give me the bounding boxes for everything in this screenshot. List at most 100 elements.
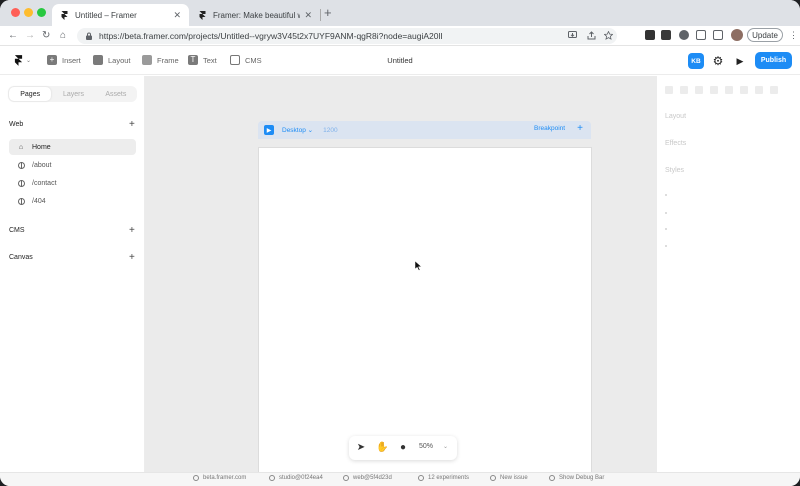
footer-item-new-issue[interactable]: New issue <box>490 475 528 481</box>
footer-label: beta.framer.com <box>203 475 247 481</box>
gear-icon[interactable]: ⚙ <box>711 54 725 68</box>
page-item-home[interactable]: ⌂ Home <box>9 139 136 155</box>
align-left-icon[interactable] <box>665 86 673 94</box>
comment-icon[interactable]: ● <box>397 442 409 454</box>
user-avatar[interactable]: KB <box>688 53 704 69</box>
layout-label: Layout <box>108 55 131 65</box>
page-label: /about <box>32 161 52 169</box>
extension-icon[interactable] <box>645 30 655 40</box>
panel-tabs: Pages Layers Assets <box>8 86 137 102</box>
divider <box>665 212 667 214</box>
plus-icon <box>490 475 496 481</box>
breakpoint-label[interactable]: Breakpoint <box>534 125 565 132</box>
add-page-button[interactable]: + <box>129 120 135 130</box>
cms-label: CMS <box>245 55 262 65</box>
tab-strip: Untitled – Framer ✕ Framer: Make beautif… <box>0 0 800 26</box>
page-item-contact[interactable]: /contact <box>9 175 136 191</box>
close-tab-icon[interactable]: ✕ <box>304 10 312 21</box>
breakpoint-width: 1200 <box>323 126 338 134</box>
home-icon[interactable]: ⌂ <box>60 29 66 43</box>
profile-avatar[interactable] <box>731 29 743 41</box>
framer-menu-button[interactable]: ⌄ <box>10 51 32 69</box>
zoom-level[interactable]: 50% <box>419 443 433 450</box>
window-maximize-button[interactable] <box>37 8 46 17</box>
extensions-puzzle-icon[interactable] <box>679 30 689 40</box>
distribute-v-icon[interactable] <box>770 86 778 94</box>
footer-item-experiments[interactable]: 12 experiments <box>418 475 469 481</box>
play-preview-icon[interactable]: ▶ <box>734 55 746 67</box>
more-menu-icon[interactable]: ⋮ <box>789 30 798 40</box>
footer-label: studio@0f24ea4 <box>279 475 323 481</box>
insert-button[interactable]: + Insert <box>47 55 81 65</box>
add-canvas-button[interactable]: + <box>129 253 135 263</box>
design-canvas[interactable]: ▶ Desktop ⌄ 1200 Breakpoint + ➤ ✋ ● 50% … <box>145 76 657 478</box>
effects-section-title: Effects <box>665 140 687 147</box>
styles-section-title: Styles <box>665 167 685 174</box>
tab-search-icon[interactable] <box>696 30 706 40</box>
share-icon[interactable] <box>587 31 596 40</box>
align-top-icon[interactable] <box>710 86 718 94</box>
footer-item-debug[interactable]: Show Debug Bar <box>549 475 604 481</box>
publish-button[interactable]: Publish <box>755 52 792 69</box>
back-icon[interactable]: ← <box>8 29 18 43</box>
cms-button[interactable]: CMS <box>230 55 262 65</box>
text-label: Text <box>203 55 217 65</box>
tab-pages[interactable]: Pages <box>9 87 52 101</box>
tab-assets[interactable]: Assets <box>95 86 137 102</box>
browser-tab-active[interactable]: Untitled – Framer ✕ <box>52 4 189 26</box>
play-icon[interactable]: ▶ <box>264 125 274 135</box>
document-title[interactable]: Untitled <box>360 56 440 65</box>
url-text: https://beta.framer.com/projects/Untitle… <box>99 31 443 41</box>
branch-icon <box>269 475 275 481</box>
lock-icon <box>86 32 92 40</box>
align-bottom-icon[interactable] <box>740 86 748 94</box>
window-minimize-button[interactable] <box>24 8 33 17</box>
install-app-icon[interactable] <box>568 31 577 40</box>
browser-toolbar: ← → ↻ ⌂ https://beta.framer.com/projects… <box>0 26 800 46</box>
forward-icon[interactable]: → <box>25 29 35 43</box>
breakpoint-selector[interactable]: Desktop ⌄ <box>282 126 313 134</box>
new-tab-button[interactable]: + <box>324 6 332 20</box>
select-cursor-icon[interactable]: ➤ <box>355 442 367 454</box>
divider <box>665 228 667 230</box>
side-panel-icon[interactable] <box>713 30 723 40</box>
add-collection-button[interactable]: + <box>129 226 135 236</box>
distribute-h-icon[interactable] <box>755 86 763 94</box>
update-button[interactable]: Update <box>747 28 783 42</box>
browser-tab-inactive[interactable]: Framer: Make beautiful websit ✕ <box>190 4 320 26</box>
add-breakpoint-icon[interactable]: + <box>574 123 586 135</box>
divider <box>665 245 667 247</box>
tab-separator <box>320 9 321 21</box>
align-middle-icon[interactable] <box>725 86 733 94</box>
bookmark-star-icon[interactable] <box>604 31 613 40</box>
layout-button[interactable]: Layout <box>93 55 131 65</box>
framer-logo-icon <box>198 10 207 20</box>
footer-item-web[interactable]: web@5f4d23d <box>343 475 392 481</box>
footer-item-studio[interactable]: studio@0f24ea4 <box>269 475 323 481</box>
page-item-404[interactable]: /404 <box>9 193 136 209</box>
extension-icon[interactable] <box>661 30 671 40</box>
breakpoint-header: ▶ Desktop ⌄ 1200 Breakpoint + <box>258 121 591 139</box>
frame-label: Frame <box>157 55 179 65</box>
browser-window: Untitled – Framer ✕ Framer: Make beautif… <box>0 0 800 486</box>
footer-item-domain[interactable]: beta.framer.com <box>193 475 246 481</box>
reload-icon[interactable]: ↻ <box>42 29 50 43</box>
tab-layers[interactable]: Layers <box>52 86 94 102</box>
page-item-about[interactable]: /about <box>9 157 136 173</box>
pulse-icon <box>549 475 555 481</box>
align-right-icon[interactable] <box>695 86 703 94</box>
desktop-frame[interactable] <box>259 148 591 478</box>
align-center-icon[interactable] <box>680 86 688 94</box>
left-panel: Pages Layers Assets Web + ⌂ Home /about … <box>0 76 145 472</box>
text-button[interactable]: T Text <box>188 55 217 65</box>
globe-icon <box>17 197 25 205</box>
insert-label: Insert <box>62 55 81 65</box>
window-close-button[interactable] <box>11 8 20 17</box>
frame-icon <box>142 55 152 65</box>
hand-tool-icon[interactable]: ✋ <box>376 442 388 454</box>
chevron-down-icon[interactable]: ⌄ <box>443 443 448 450</box>
address-bar[interactable]: https://beta.framer.com/projects/Untitle… <box>77 28 617 44</box>
footer-label: 12 experiments <box>428 475 470 481</box>
frame-button[interactable]: Frame <box>142 55 179 65</box>
close-tab-icon[interactable]: ✕ <box>173 10 181 21</box>
